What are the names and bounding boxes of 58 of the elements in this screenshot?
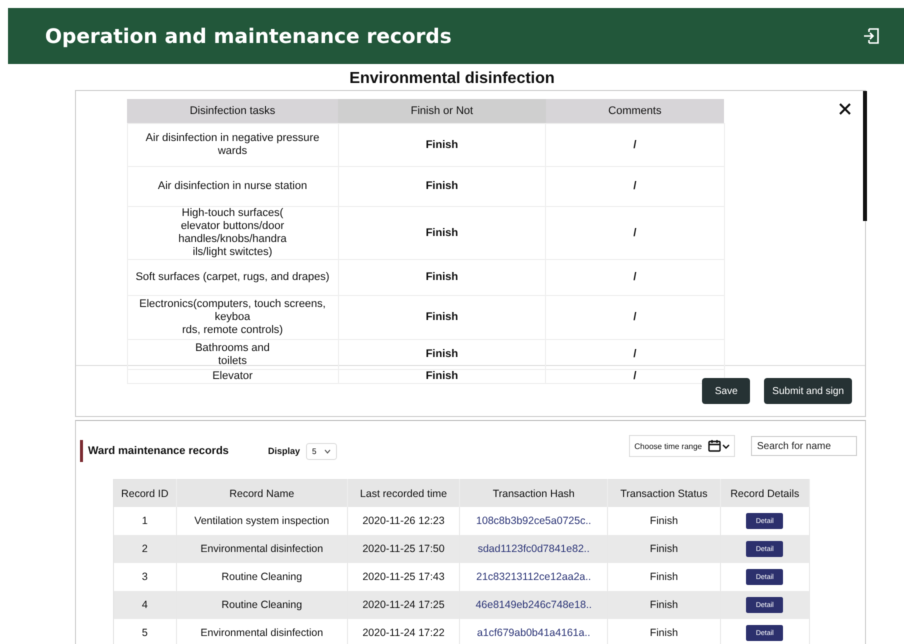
page-title: Operation and maintenance records <box>45 24 452 48</box>
table-cell: 2020-11-24 17:22 <box>348 619 460 644</box>
column-header: Record Details <box>720 480 810 507</box>
calendar-icon <box>708 440 730 452</box>
logout-icon[interactable] <box>862 26 882 46</box>
table-cell: Finish <box>608 591 720 619</box>
table-cell: Finish <box>338 296 546 340</box>
table-cell: / <box>546 124 724 166</box>
table-cell: Air disinfection in nurse station <box>127 166 338 206</box>
column-header: Finish or Not <box>338 99 546 124</box>
table-cell: Air disinfection in negative pressure wards <box>127 124 338 166</box>
table-cell: 4 <box>114 591 176 619</box>
column-header: Record Name <box>176 480 348 507</box>
table-cell: Bathrooms and toilets <box>127 340 338 370</box>
display-select[interactable]: 5 <box>306 442 338 460</box>
table-cell: / <box>546 340 724 370</box>
time-range-picker[interactable]: Choose time range <box>629 435 735 457</box>
table-cell: 5 <box>114 619 176 644</box>
caret-icon <box>324 448 332 454</box>
table-cell: Elevator <box>127 370 338 384</box>
table-cell: Soft surfaces (carpet, rugs, and drapes) <box>127 260 338 296</box>
search-field[interactable]: Search for name <box>751 436 857 456</box>
table-cell: 2020-11-24 17:25 <box>348 591 460 619</box>
table-cell: Finish <box>338 370 546 384</box>
table-cell: 2 <box>114 535 176 563</box>
table-cell: Routine Cleaning <box>176 591 348 619</box>
table-cell: / <box>546 206 724 260</box>
table-cell: Finish <box>338 340 546 370</box>
table-cell: Finish <box>338 166 546 206</box>
table-cell: Finish <box>338 124 546 166</box>
table-cell: Environmental disinfection <box>176 619 348 644</box>
column-header: Comments <box>546 99 724 124</box>
column-header: Disinfection tasks <box>127 99 338 124</box>
hash-link[interactable]: 46e8149eb246c748e18.. <box>460 591 608 619</box>
table-cell: High-touch surfaces( elevator buttons/door handles/knobs/handra ils/light switctes) <box>127 206 338 260</box>
section-title: Ward maintenance records <box>80 440 268 462</box>
table-cell: / <box>546 260 724 296</box>
dialog-title: Environmental disinfection <box>348 70 556 88</box>
table-cell: Finish <box>338 260 546 296</box>
table-cell: / <box>546 296 724 340</box>
hash-link[interactable]: a1cf679ab0b41a4161a.. <box>460 619 608 644</box>
scrollbar-thumb[interactable] <box>863 91 867 221</box>
table-cell: 2020-11-25 17:50 <box>348 535 460 563</box>
display-label: Display <box>268 446 300 456</box>
column-header: Transaction Status <box>608 480 720 507</box>
column-header: Record ID <box>114 480 176 507</box>
hash-link[interactable]: sdad1123fc0d7841e82.. <box>460 535 608 563</box>
table-cell: Electronics(computers, touch screens, keyboa rds, remote controls) <box>127 296 338 340</box>
table-cell: Environmental disinfection <box>176 535 348 563</box>
column-header: Transaction Hash <box>460 480 608 507</box>
table-cell: Finish <box>608 619 720 644</box>
table-cell: Finish <box>338 206 546 260</box>
column-header: Last recorded time <box>348 480 460 507</box>
table-cell: Finish <box>608 535 720 563</box>
save-button[interactable]: Save <box>702 378 750 404</box>
table-cell: / <box>546 166 724 206</box>
submit-button[interactable]: Submit and sign <box>764 378 852 404</box>
close-icon[interactable] <box>839 103 851 115</box>
